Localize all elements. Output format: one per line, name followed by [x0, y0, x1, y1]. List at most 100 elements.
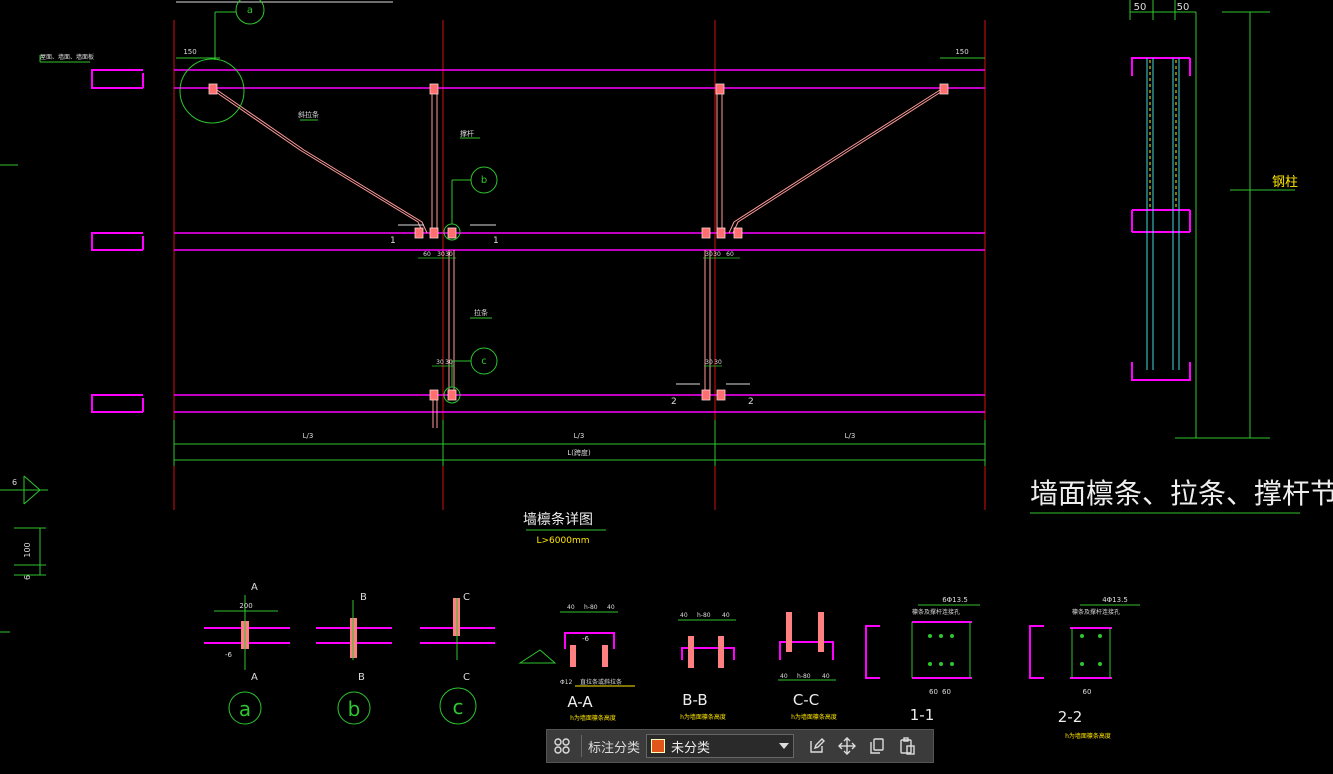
dim-l3-1: L/3 [303, 432, 314, 440]
toolbar-divider [581, 735, 582, 757]
section-CC-label: C-C [793, 691, 819, 709]
dim-200: 200 [239, 602, 252, 610]
left-dim-6b: 6 [23, 575, 32, 580]
dim-30-h: 30 [714, 359, 722, 366]
bb-dim-h80: h-80 [697, 612, 711, 619]
detail-b-label: b [348, 697, 361, 721]
left-dim-100: 100 [23, 542, 32, 557]
detail-c-label: c [453, 695, 464, 719]
aa-dim-40a: 40 [567, 604, 575, 611]
aa-dim-neg6: -6 [582, 635, 590, 643]
annotation-category-select[interactable]: 未分类 [646, 734, 795, 758]
dim-l3-3: L/3 [845, 432, 856, 440]
dim-60-a: 60 [423, 251, 431, 258]
dim-30-c: 30 [705, 251, 713, 258]
left-markers [0, 164, 48, 633]
left-dim-6: 6 [12, 478, 17, 487]
cad-drawing-canvas[interactable]: a b c 150 150 屋面、墙面、墙面板 斜拉条 撑杆 拉条 1 1 2 … [0, 0, 1333, 774]
bolts [208, 83, 949, 401]
sec-A-top: A [251, 582, 258, 593]
annotation-toolbar: 标注分类 未分类 [546, 729, 934, 763]
diagonal-ties [212, 88, 945, 428]
section-BB [678, 619, 736, 668]
s11-dim-60a: 60 [929, 688, 938, 696]
section-CC [778, 612, 836, 681]
section-AA-label: A-A [567, 693, 593, 711]
dim-50-a: 50 [1134, 2, 1147, 13]
main-subtitle: L>6000mm [537, 536, 590, 546]
s11-dim-60b: 60 [942, 688, 951, 696]
holes-note-1: 檩条及撑杆连接孔 [912, 608, 960, 616]
bolts-4: 4Φ13.5 [1102, 596, 1128, 604]
bb-dim-40b: 40 [722, 612, 730, 619]
aa-dim-40b: 40 [607, 604, 615, 611]
section-BB-label: B-B [682, 691, 707, 709]
dim-30-g: 30 [705, 359, 713, 366]
s22-note-h: h为墙面檩条高度 [1065, 732, 1111, 740]
paste-icon[interactable] [892, 731, 922, 761]
wall-panel-label: 屋面、墙面、墙面板 [40, 53, 94, 61]
side-title: 墙面檩条、拉条、撑杆节点图 [1030, 477, 1333, 510]
dim-30-a: 30 [437, 251, 445, 258]
cc-note-h: h为墙面檩条高度 [791, 713, 837, 721]
aa-phi12: Φ12 [560, 679, 573, 686]
tie-label: 拉条 [474, 308, 488, 317]
dim-150-right: 150 [955, 48, 968, 56]
cc-dim-40b: 40 [822, 673, 830, 680]
copy-icon[interactable] [862, 731, 892, 761]
cc-dim-h80: h-80 [797, 673, 811, 680]
dim-30-b: 30 [445, 251, 453, 258]
section-11-label: 1-1 [910, 706, 935, 724]
aa-dim-h80: h-80 [584, 604, 598, 611]
section-22-bolt-holes [1080, 634, 1102, 666]
sec-B-bottom: B [358, 672, 365, 683]
section-2-right: 2 [748, 397, 754, 407]
dim-30-f: 30 [445, 359, 453, 366]
sec-A-bottom: A [251, 672, 258, 683]
section-11-bolt-holes [928, 634, 954, 666]
node-c-label: c [481, 356, 487, 367]
selected-category: 未分类 [671, 740, 711, 756]
move-icon[interactable] [832, 731, 862, 761]
sec-C-top: C [463, 592, 470, 603]
detail-a-label: a [239, 697, 251, 721]
node-a-label: a [247, 5, 253, 16]
main-title: 墙檩条详图 [523, 511, 593, 528]
bb-note-h: h为墙面檩条高度 [680, 713, 726, 721]
diagonal-tie-label: 斜拉条 [298, 110, 319, 119]
c-section-symbols [91, 69, 144, 413]
aa-note-tie: 直拉条或斜拉条 [580, 678, 622, 686]
edit-icon[interactable] [802, 731, 832, 761]
sec-B-top: B [360, 592, 367, 603]
dim-neg6-a: -6 [225, 651, 233, 659]
holes-note-2: 檩条及撑杆连接孔 [1072, 608, 1120, 616]
section-1-left: 1 [390, 236, 396, 246]
column-label: 钢柱 [1272, 175, 1298, 190]
bolts-6: 6Φ13.5 [942, 596, 968, 604]
section-1-right: 1 [493, 236, 499, 246]
dim-30-d: 30 [713, 251, 721, 258]
chevron-down-icon [779, 743, 790, 749]
dim-l3-2: L/3 [574, 432, 585, 440]
annotation-category-label: 标注分类 [588, 740, 641, 756]
dim-150-left: 150 [183, 48, 196, 56]
column-node-detail [1129, 0, 1295, 439]
aa-note-h: h为墙面檩条高度 [570, 714, 616, 722]
span-dimensions [173, 420, 986, 466]
sec-C-bottom: C [463, 672, 470, 683]
dim-l-total: L(跨度) [567, 448, 591, 457]
wall-purlins [174, 69, 985, 413]
section-2-left: 2 [671, 397, 677, 407]
dim-50-b: 50 [1177, 2, 1190, 13]
category-color-swatch [651, 739, 666, 753]
s22-dim-60: 60 [1083, 688, 1092, 696]
node-b-label: b [481, 175, 487, 186]
bb-dim-40a: 40 [680, 612, 688, 619]
cc-dim-40a: 40 [780, 673, 788, 680]
grid-icon[interactable] [547, 731, 577, 761]
strut-label: 撑杆 [460, 129, 474, 138]
section-22-label: 2-2 [1058, 708, 1083, 726]
section-AA [518, 611, 635, 687]
dim-30-e: 30 [436, 359, 444, 366]
dim-60-b: 60 [726, 251, 734, 258]
